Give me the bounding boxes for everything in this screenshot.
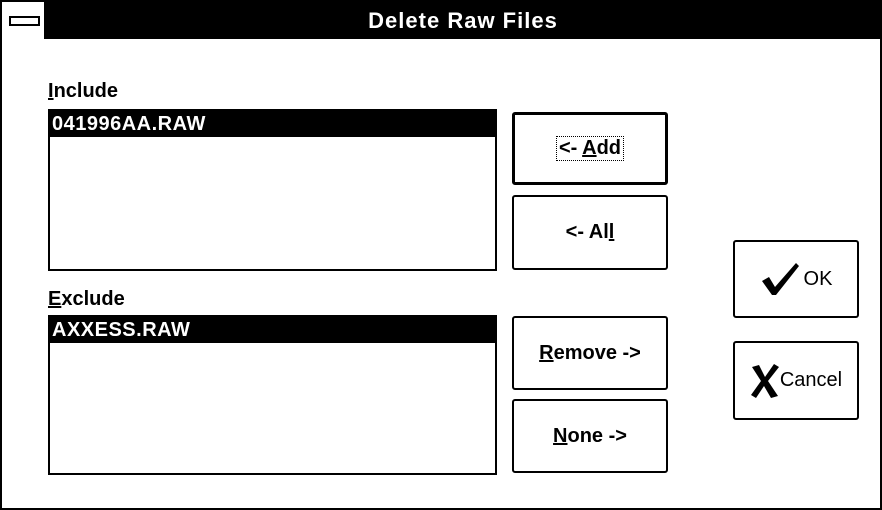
system-menu-button[interactable] xyxy=(2,2,46,39)
include-list-item[interactable]: 041996AA.RAW xyxy=(50,111,495,137)
system-menu-icon xyxy=(9,16,40,26)
include-label-text: nclude xyxy=(53,80,119,102)
delete-raw-files-dialog: Delete Raw Files Include 041996AA.RAW Ex… xyxy=(0,0,882,510)
none-button[interactable]: None -> xyxy=(512,399,668,473)
window-title: Delete Raw Files xyxy=(368,8,558,33)
ok-button-label: OK xyxy=(803,267,833,290)
cancel-button[interactable]: Cancel xyxy=(733,341,859,420)
none-button-label: None -> xyxy=(553,424,627,447)
exclude-label-text: xclude xyxy=(61,288,125,310)
exclude-listbox[interactable]: AXXESS.RAW xyxy=(48,315,497,475)
add-button[interactable]: <- Add xyxy=(512,112,668,185)
x-icon xyxy=(750,363,779,398)
exclude-label-accel: E xyxy=(48,288,62,310)
title-bar[interactable]: Delete Raw Files xyxy=(2,2,880,39)
exclude-list-item[interactable]: AXXESS.RAW xyxy=(50,317,495,343)
checkmark-icon xyxy=(761,263,799,295)
cancel-button-label: Cancel xyxy=(779,369,843,391)
add-all-button-label: <- All xyxy=(565,221,615,243)
exclude-label: Exclude xyxy=(48,288,125,310)
include-listbox[interactable]: 041996AA.RAW xyxy=(48,109,497,271)
include-label: Include xyxy=(48,80,118,102)
ok-button[interactable]: OK xyxy=(733,240,859,318)
remove-button-label: Remove -> xyxy=(539,341,641,364)
remove-button[interactable]: Remove -> xyxy=(512,316,668,390)
add-button-label: <- Add xyxy=(555,136,625,161)
add-all-button[interactable]: <- All xyxy=(512,195,668,270)
